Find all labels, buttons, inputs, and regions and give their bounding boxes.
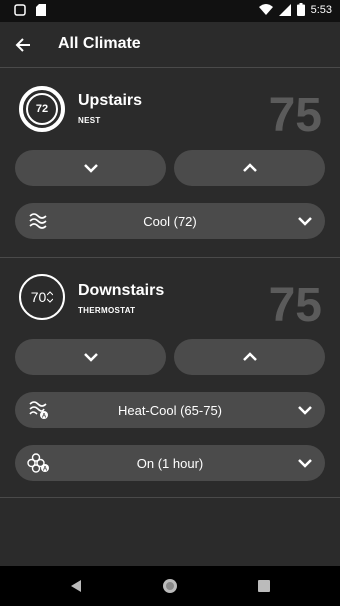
clock: 5:53 [310, 3, 332, 16]
fan-select[interactable]: A On (1 hour) [15, 445, 325, 481]
device-card-downstairs: 70 Downstairs THERMOSTAT 75 A Heat-Cool … [0, 258, 340, 498]
app-bar: All Climate [0, 22, 340, 68]
cell-signal-icon [278, 3, 291, 16]
chevron-down-icon [298, 406, 312, 415]
temp-down-button[interactable] [15, 150, 166, 186]
sd-card-icon [36, 4, 46, 16]
triangle-back-icon [71, 580, 81, 592]
mode-label: Heat-Cool (65-75) [117, 403, 223, 418]
device-card-upstairs: 72 Upstairs NEST 75 Cool (72) [0, 68, 340, 256]
battery-icon [296, 3, 305, 16]
nav-home-button[interactable] [160, 576, 180, 596]
temp-down-button[interactable] [15, 339, 166, 375]
fan-label: On (1 hour) [136, 456, 204, 471]
current-temperature: 75 [268, 89, 322, 142]
device-name: Downstairs [78, 282, 165, 299]
device-icon-temp: 72 [35, 103, 49, 115]
mode-label: Cool (72) [143, 214, 197, 229]
nest-thermostat-icon: 72 [19, 86, 65, 132]
device-type: NEST [78, 116, 101, 125]
notification-icon [14, 4, 26, 16]
temp-up-button[interactable] [174, 339, 325, 375]
thermostat-icon: 70 [19, 274, 65, 320]
chevron-up-icon [242, 352, 257, 361]
square-recents-icon [258, 580, 270, 592]
nav-back-button[interactable] [66, 576, 86, 596]
system-nav-bar [0, 566, 340, 606]
mode-select[interactable]: A Heat-Cool (65-75) [15, 392, 325, 428]
status-bar: 5:53 [0, 0, 340, 22]
chevron-down-icon [83, 164, 98, 173]
mode-select[interactable]: Cool (72) [15, 203, 325, 239]
nav-recents-button[interactable] [254, 576, 274, 596]
up-down-arrows-icon [47, 291, 54, 303]
chevron-down-icon [298, 217, 312, 226]
current-temperature: 75 [268, 279, 322, 332]
temp-up-button[interactable] [174, 150, 325, 186]
device-type: THERMOSTAT [78, 306, 136, 315]
wifi-icon [258, 3, 273, 15]
page-title: All Climate [58, 35, 141, 52]
device-name: Upstairs [78, 92, 143, 109]
chevron-down-icon [83, 353, 98, 362]
chevron-up-icon [242, 163, 257, 172]
circle-home-icon [163, 579, 177, 593]
back-button[interactable] [10, 32, 36, 58]
divider [0, 497, 340, 498]
device-icon-temp: 70 [30, 289, 47, 305]
arrow-back-icon [15, 38, 30, 52]
chevron-down-icon [298, 459, 312, 468]
